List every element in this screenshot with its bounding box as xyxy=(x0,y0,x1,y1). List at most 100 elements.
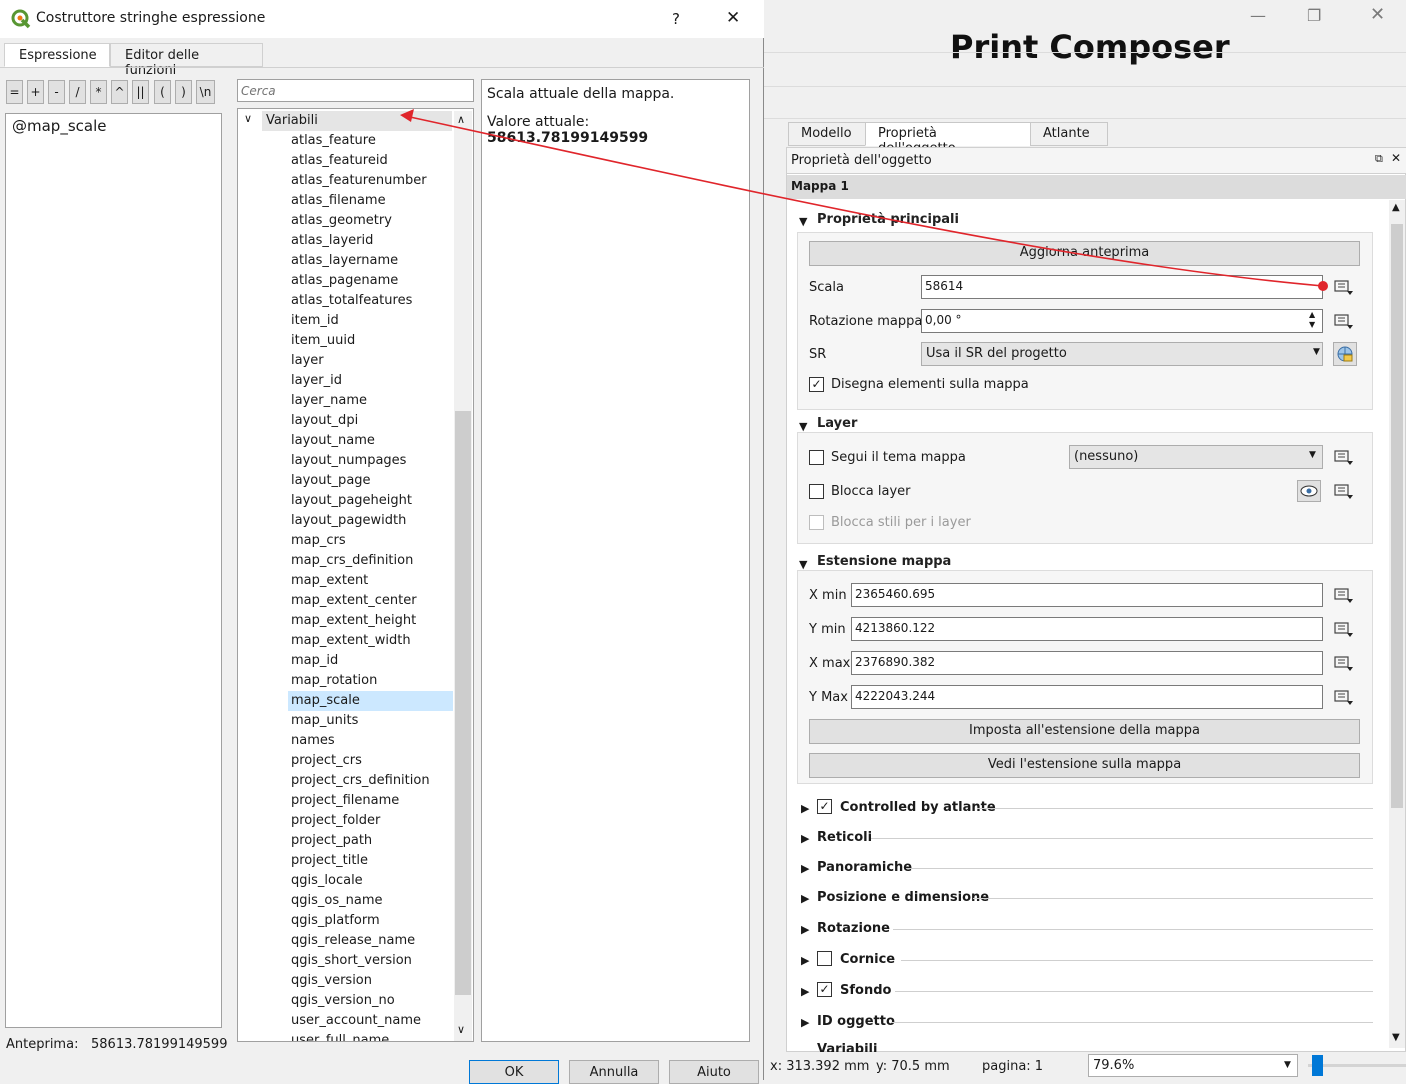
group-cornice[interactable]: Cornice xyxy=(840,952,895,967)
tree-item-map-rotation[interactable]: map_rotation xyxy=(291,673,377,688)
function-tree[interactable]: ∨ Variabili atlas_feature atlas_featureid… xyxy=(237,108,474,1042)
draw-items-checkbox[interactable]: ✓ xyxy=(809,377,824,392)
tree-item-layout-pageheight[interactable]: layout_pageheight xyxy=(291,493,412,508)
tree-item-atlas-geometry[interactable]: atlas_geometry xyxy=(291,213,392,228)
data-defined-override-icon[interactable] xyxy=(1333,586,1355,604)
expand-right-icon[interactable]: ▶ xyxy=(801,1016,809,1029)
tree-item-atlas-pagename[interactable]: atlas_pagename xyxy=(291,273,398,288)
data-defined-override-icon[interactable] xyxy=(1333,654,1355,672)
expand-right-icon[interactable]: ▶ xyxy=(801,985,809,998)
expand-right-icon[interactable]: ▶ xyxy=(801,892,809,905)
group-rotazione[interactable]: Rotazione xyxy=(817,921,890,936)
tree-item-item-uuid[interactable]: item_uuid xyxy=(291,333,355,348)
tab-atlante[interactable]: Atlante xyxy=(1030,122,1108,146)
tree-item-layout-dpi[interactable]: layout_dpi xyxy=(291,413,358,428)
tree-item-project-crs[interactable]: project_crs xyxy=(291,753,362,768)
tree-scrollbar[interactable]: ∧ ∨ xyxy=(454,111,472,1041)
expand-right-icon[interactable]: ▶ xyxy=(801,832,809,845)
follow-theme-checkbox[interactable] xyxy=(809,450,824,465)
tree-item-project-crs-definition[interactable]: project_crs_definition xyxy=(291,773,430,788)
tab-item-properties[interactable]: Proprietà dell'oggetto xyxy=(865,122,1031,156)
xmax-input[interactable]: 2376890.382 xyxy=(851,651,1323,675)
scroll-thumb[interactable] xyxy=(455,411,471,995)
data-defined-override-icon[interactable] xyxy=(1333,620,1355,638)
cancel-button[interactable]: Annulla xyxy=(569,1060,659,1084)
scroll-down-icon[interactable]: ▼ xyxy=(1392,1032,1400,1043)
operator-equals-button[interactable]: = xyxy=(6,80,23,104)
crs-picker-button[interactable] xyxy=(1333,342,1357,366)
help-icon[interactable]: ? xyxy=(672,10,680,28)
tree-item-qgis-locale[interactable]: qgis_locale xyxy=(291,873,363,888)
search-input[interactable] xyxy=(237,79,474,102)
expand-right-icon[interactable]: ▶ xyxy=(801,862,809,875)
scroll-up-icon[interactable]: ▲ xyxy=(1392,202,1400,213)
atlas-controlled-checkbox[interactable]: ✓ xyxy=(817,799,832,814)
tree-item-atlas-layerid[interactable]: atlas_layerid xyxy=(291,233,373,248)
data-defined-override-icon[interactable] xyxy=(1333,448,1355,466)
zoom-select[interactable]: 79.6% xyxy=(1088,1054,1298,1077)
set-extent-button[interactable]: Imposta all'estensione della mappa xyxy=(809,719,1360,744)
ymin-input[interactable]: 4213860.122 xyxy=(851,617,1323,641)
help-button[interactable]: Aiuto xyxy=(669,1060,759,1084)
operator-multiply-button[interactable]: * xyxy=(90,80,107,104)
expand-down-icon[interactable]: ▼ xyxy=(799,420,807,433)
tree-item-user-full-name[interactable]: user_full_name xyxy=(291,1033,389,1041)
operator-plus-button[interactable]: + xyxy=(27,80,44,104)
rotation-input[interactable]: 0,00 ° xyxy=(921,309,1323,333)
tree-item-project-title[interactable]: project_title xyxy=(291,853,368,868)
chevron-down-icon[interactable]: ∨ xyxy=(244,112,252,125)
tree-item-atlas-layername[interactable]: atlas_layername xyxy=(291,253,398,268)
zoom-slider-handle[interactable] xyxy=(1312,1055,1323,1076)
tree-item-names[interactable]: names xyxy=(291,733,335,748)
operator-divide-button[interactable]: / xyxy=(69,80,86,104)
expand-right-icon[interactable]: ▶ xyxy=(801,802,809,815)
operator-open-paren-button[interactable]: ( xyxy=(154,80,171,104)
operator-concat-button[interactable]: || xyxy=(132,80,149,104)
tree-item-qgis-short-version[interactable]: qgis_short_version xyxy=(291,953,412,968)
scroll-up-icon[interactable]: ∧ xyxy=(457,113,465,126)
update-preview-button[interactable]: Aggiorna anteprima xyxy=(809,241,1360,266)
tree-item-qgis-release-name[interactable]: qgis_release_name xyxy=(291,933,415,948)
tab-editor-funzioni[interactable]: Editor delle funzioni xyxy=(110,43,263,78)
tree-item-qgis-platform[interactable]: qgis_platform xyxy=(291,913,380,928)
group-panoramiche[interactable]: Panoramiche xyxy=(817,860,912,875)
view-extent-button[interactable]: Vedi l'estensione sulla mappa xyxy=(809,753,1360,778)
operator-close-paren-button[interactable]: ) xyxy=(175,80,192,104)
tree-item-layout-page[interactable]: layout_page xyxy=(291,473,371,488)
tree-item-map-crs-definition[interactable]: map_crs_definition xyxy=(291,553,413,568)
spin-arrows-icon[interactable]: ▲ ▼ xyxy=(1309,310,1315,330)
tree-item-map-extent-center[interactable]: map_extent_center xyxy=(291,593,417,608)
data-defined-override-icon[interactable] xyxy=(1333,312,1355,330)
dock-close-icon[interactable]: ✕ xyxy=(1391,151,1401,165)
close-icon[interactable]: ✕ xyxy=(1370,4,1385,25)
operator-minus-button[interactable]: - xyxy=(48,80,65,104)
tree-item-atlas-featurenumber[interactable]: atlas_featurenumber xyxy=(291,173,427,188)
tree-item-atlas-featureid[interactable]: atlas_featureid xyxy=(291,153,388,168)
ok-button[interactable]: OK xyxy=(469,1060,559,1084)
eye-button[interactable] xyxy=(1297,480,1321,502)
group-sfondo[interactable]: Sfondo xyxy=(840,983,891,998)
expand-right-icon[interactable]: ▶ xyxy=(801,923,809,936)
tree-item-atlas-totalfeatures[interactable]: atlas_totalfeatures xyxy=(291,293,412,308)
group-reticoli[interactable]: Reticoli xyxy=(817,830,872,845)
float-icon[interactable]: ⧉ xyxy=(1375,152,1383,166)
operator-power-button[interactable]: ^ xyxy=(111,80,128,104)
tree-item-user-account-name[interactable]: user_account_name xyxy=(291,1013,421,1028)
expression-editor[interactable]: @map_scale xyxy=(5,113,222,1028)
scroll-down-icon[interactable]: ∨ xyxy=(457,1023,465,1036)
tree-item-layer-name[interactable]: layer_name xyxy=(291,393,367,408)
tree-item-map-units[interactable]: map_units xyxy=(291,713,358,728)
tree-item-qgis-os-name[interactable]: qgis_os_name xyxy=(291,893,382,908)
scroll-thumb[interactable] xyxy=(1391,224,1403,808)
crs-select[interactable]: Usa il SR del progetto xyxy=(921,342,1323,366)
tree-item-map-scale[interactable]: map_scale xyxy=(291,693,360,708)
lock-layers-checkbox[interactable] xyxy=(809,484,824,499)
expand-down-icon[interactable]: ▼ xyxy=(799,558,807,571)
tree-item-map-id[interactable]: map_id xyxy=(291,653,338,668)
tree-item-atlas-feature[interactable]: atlas_feature xyxy=(291,133,376,148)
tree-item-qgis-version[interactable]: qgis_version xyxy=(291,973,372,988)
minimize-icon[interactable]: — xyxy=(1250,6,1266,25)
group-atlas-controlled[interactable]: Controlled by atlante xyxy=(840,800,996,815)
tree-item-layer[interactable]: layer xyxy=(291,353,324,368)
panel-scrollbar[interactable]: ▲ ▼ xyxy=(1389,200,1405,1048)
